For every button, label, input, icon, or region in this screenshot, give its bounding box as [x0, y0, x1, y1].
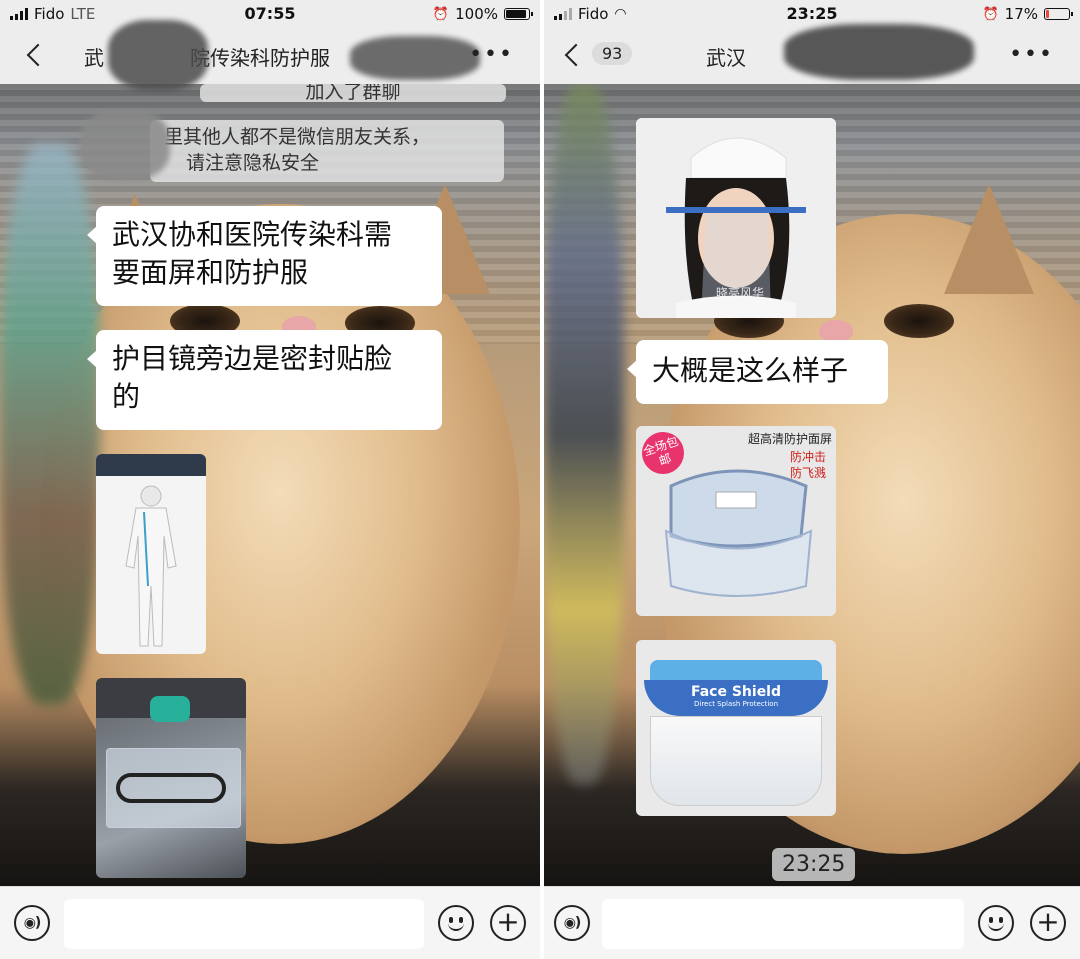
battery-icon — [1044, 8, 1073, 20]
shield-band: Face Shield Direct Splash Protection — [644, 680, 828, 716]
message-bubble[interactable]: 武汉协和医院传染科需 要面屏和防护服 — [87, 206, 442, 306]
cat-ear-right — [944, 184, 1034, 294]
system-notice-joined: 加入了群聊 — [200, 84, 506, 102]
plus-icon[interactable]: + — [490, 905, 526, 941]
left-chat-screen: Fido LTE 07:55 ⏰ 100% 武 院传染科防护服 ••• 加入了群聊… — [0, 0, 540, 959]
chat-title-prefix: 武 — [84, 46, 104, 70]
plus-icon[interactable]: + — [1030, 905, 1066, 941]
cat-eye-right — [884, 304, 954, 338]
image-message-face-shield[interactable]: Face Shield Direct Splash Protection — [636, 640, 836, 816]
privacy-scribble — [108, 20, 208, 90]
emoji-icon[interactable] — [978, 905, 1014, 941]
shield-brand-sub: Direct Splash Protection — [693, 700, 779, 708]
voice-input-icon[interactable]: ◉) — [14, 905, 50, 941]
stapler-icon — [150, 696, 190, 722]
message-line: 武汉协和医院传染科需 — [112, 218, 393, 251]
message-line: 大概是这么样子 — [652, 354, 849, 387]
privacy-scribble — [350, 36, 480, 80]
phone-screenshot-header-icon — [96, 454, 206, 476]
message-line: 的 — [112, 380, 141, 413]
right-input-bar: ◉) + — [544, 886, 1080, 959]
back-icon[interactable] — [22, 40, 52, 70]
image-message-protective-suit[interactable] — [96, 454, 206, 654]
message-timestamp: 23:25 — [772, 848, 856, 881]
battery-info: ⏰ 17% — [982, 5, 1073, 23]
protective-suit-icon — [125, 485, 177, 647]
back-icon[interactable] — [560, 40, 590, 70]
chat-title-rest: 院传染科防护服 — [190, 46, 330, 70]
message-bubble[interactable]: 大概是这么样子 — [627, 340, 888, 404]
message-input[interactable] — [602, 899, 964, 949]
battery-percent: 100% — [455, 5, 498, 23]
chat-nav-bar: 武 院传染科防护服 ••• — [0, 20, 540, 90]
foam-headband-icon — [650, 660, 822, 682]
system-notice-privacy: 里其他人都不是微信朋友关系， 请注意隐私安全 — [150, 120, 504, 182]
message-bubble[interactable]: 护目镜旁边是密封贴脸 的 — [87, 330, 442, 430]
left-input-bar: ◉) + — [0, 886, 540, 959]
message-line: 要面屏和防护服 — [112, 256, 309, 289]
goggles-strap-icon — [116, 773, 226, 803]
clear-visor-icon — [650, 716, 822, 806]
message-line: 护目镜旁边是密封贴脸 — [112, 342, 393, 375]
more-options-icon[interactable]: ••• — [1009, 42, 1054, 67]
battery-icon — [504, 8, 533, 20]
image-message-nurse-face-shield[interactable]: 晓亮风华 — [636, 118, 836, 318]
goggles-shield-icon — [664, 469, 813, 597]
privacy-scribble — [784, 24, 974, 80]
privacy-blur — [544, 84, 624, 784]
voice-input-icon[interactable]: ◉) — [554, 905, 590, 941]
status-bar: Fido ◠ 23:25 ⏰ 17% — [544, 0, 1080, 28]
privacy-notice-line2: 请注意隐私安全 — [186, 152, 320, 174]
privacy-blur — [0, 144, 100, 704]
message-input[interactable] — [64, 899, 424, 949]
privacy-scribble — [80, 110, 170, 180]
battery-info: ⏰ 100% — [432, 5, 533, 23]
status-bar: Fido LTE 07:55 ⏰ 100% — [0, 0, 540, 28]
battery-percent: 17% — [1004, 5, 1038, 23]
cat-nose — [819, 320, 853, 342]
chat-nav-bar: 93 武汉 ••• — [544, 24, 1080, 84]
image-message-goggles-shield[interactable]: 全场包邮 超高清防护面屏 防冲击 防飞溅 — [636, 426, 836, 616]
right-chat-screen: Fido ◠ 23:25 ⏰ 17% 93 武汉 ••• 晓亮风华 大概是这么样… — [544, 0, 1080, 959]
chat-title: 武汉 — [706, 46, 746, 70]
emoji-icon[interactable] — [438, 905, 474, 941]
privacy-notice-line1: 里其他人都不是微信朋友关系， — [164, 126, 431, 148]
photo-watermark: 晓亮风华 — [716, 286, 765, 300]
alarm-icon: ⏰ — [432, 6, 450, 22]
unread-count-badge[interactable]: 93 — [592, 42, 633, 65]
alarm-icon: ⏰ — [982, 6, 999, 22]
chat-wallpaper — [0, 84, 540, 886]
image-message-goggles-package[interactable] — [96, 678, 246, 878]
shield-brand: Face Shield — [690, 684, 782, 700]
more-options-icon[interactable]: ••• — [469, 42, 514, 67]
